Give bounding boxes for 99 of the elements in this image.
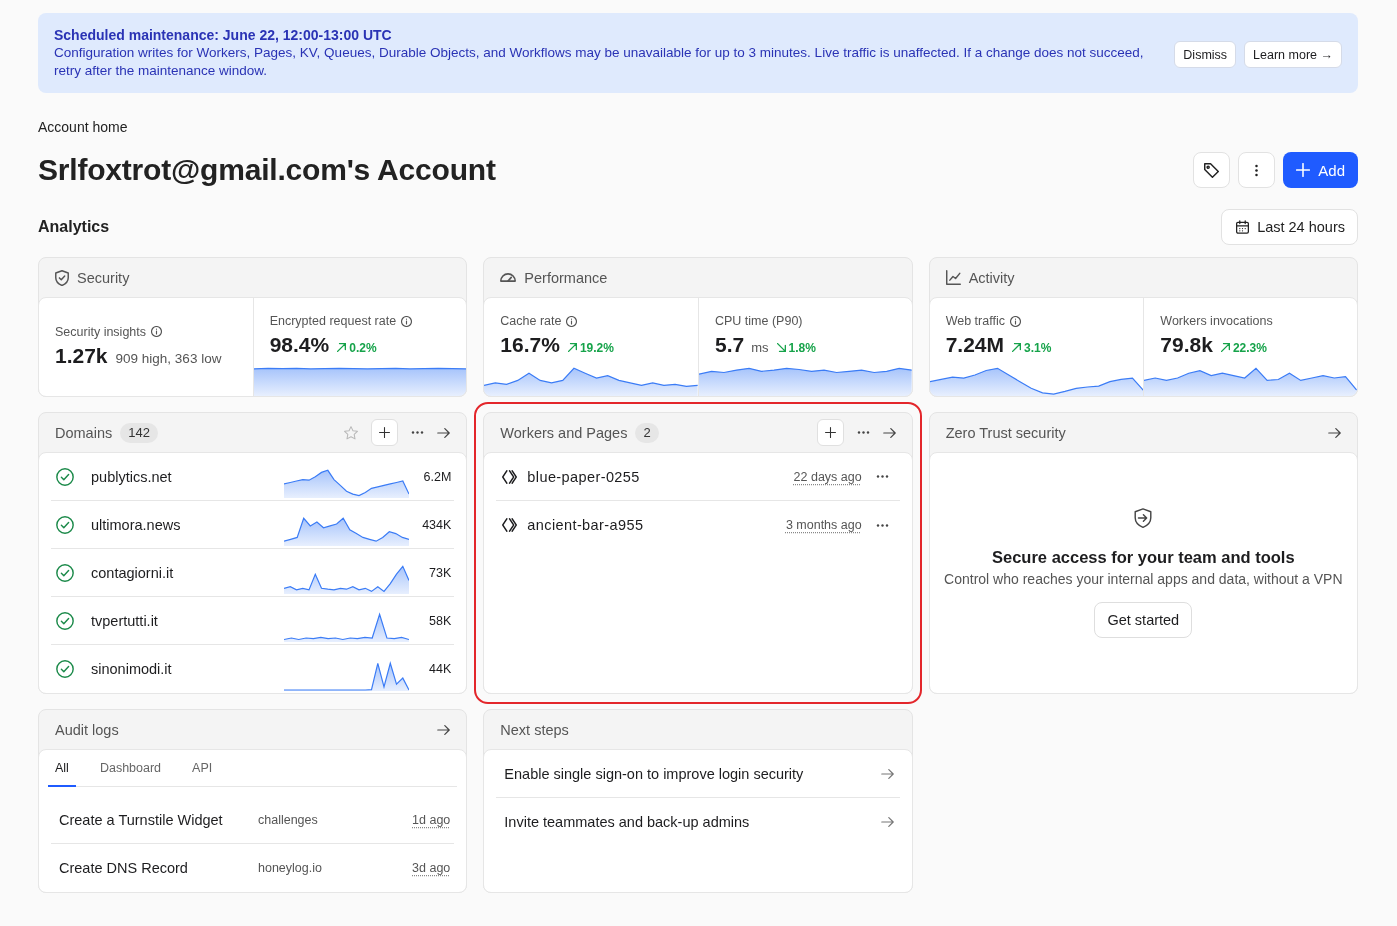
- more-icon: [856, 431, 870, 434]
- more-icon: [411, 431, 425, 434]
- arrow-button[interactable]: [882, 425, 896, 440]
- worker-name[interactable]: ancient-bar-a955: [527, 517, 644, 533]
- delta-value: 22.3%: [1232, 339, 1267, 357]
- arrow-button[interactable]: [437, 425, 451, 440]
- updated-time: 3 months ago: [785, 518, 862, 532]
- arrow-right-icon: [882, 427, 896, 438]
- arrow-button[interactable]: [1328, 425, 1341, 440]
- shield-arrow-icon: [1134, 508, 1153, 528]
- updated-time: 22 days ago: [793, 469, 862, 484]
- arrow-right-icon: [880, 768, 894, 779]
- arrow-button[interactable]: [437, 722, 451, 737]
- get-started-button[interactable]: Get started: [1094, 602, 1193, 638]
- metric-value: 1.27k: [55, 343, 108, 368]
- request-count: 73K: [428, 565, 452, 580]
- add-button[interactable]: [816, 419, 844, 446]
- count-badge: 142: [120, 422, 158, 443]
- metric-value: 5.7: [715, 333, 745, 357]
- audit-target: honeylog.io: [258, 861, 322, 875]
- more-button[interactable]: [875, 473, 889, 480]
- banner-button[interactable]: Learn more →: [1244, 41, 1342, 68]
- calendar-icon: [1236, 220, 1250, 234]
- more-button[interactable]: [856, 429, 870, 436]
- audit-action: Create a Turnstile Widget: [59, 811, 223, 828]
- arrow-right-icon: [880, 817, 894, 827]
- audit-action: Create DNS Record: [59, 860, 188, 876]
- delta-value: 3.1%: [1024, 339, 1052, 357]
- gauge-icon: [500, 273, 517, 282]
- arrow-right-icon: [1328, 427, 1341, 438]
- request-count: 58K: [428, 613, 452, 628]
- kebab-icon: [1255, 163, 1259, 177]
- metric-unit: ms: [751, 339, 769, 357]
- more-button[interactable]: [875, 521, 889, 529]
- domain-name[interactable]: publytics.net: [91, 468, 172, 485]
- card-title: Next steps: [500, 721, 569, 738]
- next-step-link[interactable]: Enable single sign-on to improve login security: [496, 750, 900, 798]
- metric-label: Web traffic: [945, 313, 1005, 329]
- add-button[interactable]: Add: [1283, 152, 1358, 188]
- card-title: Zero Trust security: [945, 424, 1066, 441]
- banner-title: Scheduled maintenance: June 22, 12:00-13:00 UTC: [54, 26, 393, 44]
- arrow-right-icon: [437, 724, 451, 735]
- delta-value: 0.2%: [349, 339, 377, 357]
- arrow-right-icon: [437, 427, 451, 438]
- worker-name[interactable]: blue-paper-0255: [527, 468, 640, 485]
- metric-value: 16.7%: [500, 333, 560, 357]
- metric-label: Security insights: [55, 323, 146, 340]
- request-count: 434K: [421, 517, 452, 532]
- delta-value: 19.2%: [579, 339, 614, 357]
- add-button[interactable]: [371, 419, 399, 446]
- tab[interactable]: API: [185, 750, 220, 787]
- metric-label: Cache rate: [500, 313, 562, 329]
- tab[interactable]: All: [48, 750, 76, 787]
- more-icon: [875, 475, 889, 478]
- domain-name[interactable]: sinonimodi.it: [91, 661, 172, 677]
- domain-name[interactable]: ultimora.news: [91, 516, 181, 533]
- card-title: Domains: [55, 424, 113, 441]
- metric-label: Workers invocations: [1160, 313, 1273, 329]
- domain-name[interactable]: tvpertutti.it: [91, 612, 158, 629]
- tab[interactable]: Dashboard: [92, 750, 169, 787]
- date-range-button[interactable]: Last 24 hours: [1221, 209, 1358, 245]
- plus-icon: [1296, 163, 1311, 177]
- card-title: Security: [77, 269, 130, 286]
- metric-value: 98.4%: [269, 333, 330, 357]
- banner-message: Configuration writes for Workers, Pages, KV, Queues, Durable Objects, and Workflows may be unavailable for up to 3 minutes. Live traffic is unaffected. If a change does not succeed, retry after the maintenance window.: [54, 44, 1145, 80]
- plus-icon: [824, 427, 836, 438]
- card-title: Performance: [524, 269, 608, 286]
- tag-icon: [1204, 162, 1220, 178]
- request-count: 44K: [428, 662, 452, 676]
- tag-button[interactable]: [1193, 152, 1231, 188]
- breadcrumb: Account home: [38, 119, 128, 135]
- request-count: 6.2M: [422, 469, 452, 484]
- shield-check-icon: [55, 269, 69, 286]
- section-heading: Analytics: [38, 218, 110, 235]
- card-title: Workers and Pages: [500, 424, 628, 441]
- code-brackets-icon: [502, 518, 518, 532]
- audit-time: 3d ago: [412, 861, 451, 875]
- promo-text: Control who reaches your internal apps and data, without a VPN: [944, 570, 1343, 588]
- metric-label: Encrypted request rate: [269, 313, 397, 329]
- metric-value: 7.24M: [945, 333, 1005, 357]
- line-chart-icon: [945, 270, 961, 285]
- more-button[interactable]: [411, 429, 425, 436]
- domain-name[interactable]: contagiorni.it: [91, 564, 174, 581]
- plus-icon: [379, 427, 391, 438]
- card-title: Audit logs: [55, 721, 119, 738]
- card-title: Activity: [968, 269, 1015, 286]
- metric-detail: 909 high, 363 low: [115, 349, 222, 368]
- metric-value: 79.8k: [1160, 333, 1213, 357]
- promo-heading: Secure access for your team and tools: [992, 547, 1295, 567]
- audit-time: 1d ago: [412, 812, 451, 827]
- delta-value: 1.8%: [788, 339, 816, 357]
- count-badge: 2: [635, 422, 659, 443]
- page-title: Srlfoxtrot@gmail.com's Account: [38, 153, 496, 186]
- next-step-link[interactable]: Invite teammates and back-up admins: [496, 798, 900, 846]
- code-brackets-icon: [502, 469, 518, 484]
- banner-button[interactable]: Dismiss: [1174, 41, 1237, 68]
- audit-target: challenges: [258, 812, 318, 827]
- metric-label: CPU time (P90): [715, 313, 803, 329]
- more-icon: [875, 523, 889, 527]
